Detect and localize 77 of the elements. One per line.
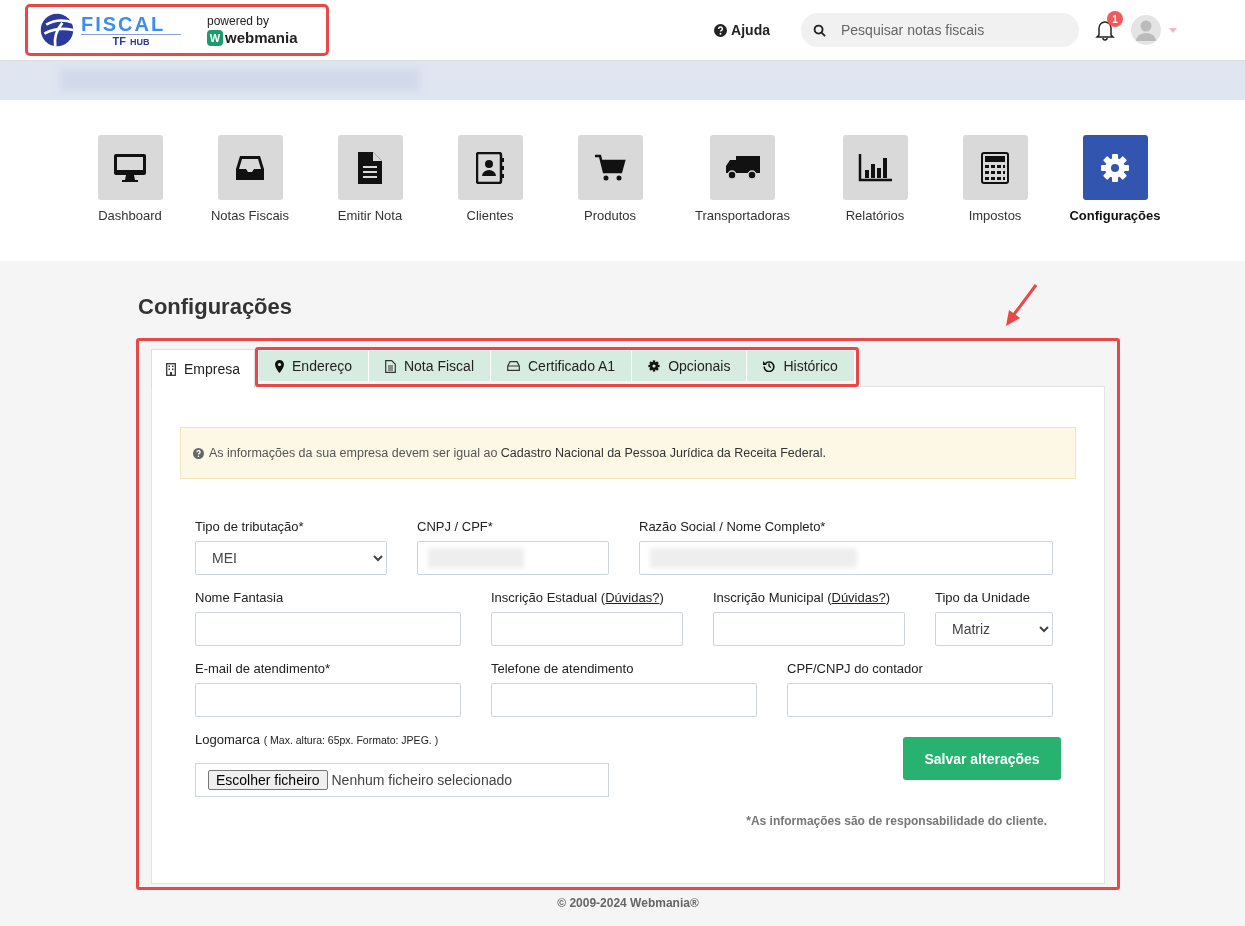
monitor-icon [113,152,147,183]
nav-item[interactable]: Impostos [935,135,1055,261]
globe-logo-icon [39,12,75,48]
nav-item[interactable]: Dashboard [70,135,190,261]
bell-icon[interactable] [1095,19,1115,41]
search-field[interactable]: Pesquisar notas fiscais [801,13,1079,47]
field-label: Logomarca ( Max. altura: 65px. Formato: JPEG. ) [195,732,440,747]
field-label: Tipo da Unidade [935,590,1031,605]
input-field[interactable] [713,612,905,646]
truck-icon [724,154,761,181]
field-label: CNPJ / CPF* [417,519,494,534]
address-book-icon [476,151,504,184]
field-label: Inscrição Estadual (Dúvidas?) [491,590,665,605]
notification-badge: 1 [1107,11,1123,27]
brand-logo-icon: W [207,29,223,46]
field-label: Inscrição Municipal (Dúvidas?) [713,590,892,605]
input-field[interactable] [195,683,461,717]
avatar-icon[interactable] [1131,15,1161,45]
document-icon [358,151,382,184]
annotation-arrow [1004,283,1038,327]
logo-subtitle: HUB [129,35,150,47]
input-field[interactable] [491,683,757,717]
hard-drive-icon [507,361,520,371]
nav-item[interactable]: Configurações [1055,135,1175,261]
disclaimer-text: *As informações são de responsabilidade do cliente. [746,814,1047,828]
tab[interactable]: Endereço [259,351,369,381]
nav-item[interactable]: Produtos [550,135,670,261]
search-icon [813,24,826,37]
brand-name: webmania [225,29,298,46]
logo-subtitle: TF [112,34,126,47]
input-field[interactable] [787,683,1053,717]
nav-item[interactable]: Transportadoras [670,135,815,261]
help-icon [193,447,204,459]
settings-icon [1100,152,1130,183]
field-label: Nome Fantasia [195,590,285,605]
nav-item[interactable]: Relatórios [815,135,935,261]
calculator-icon [981,151,1009,184]
caret-icon[interactable] [1169,27,1177,33]
page-title: Configurações [138,294,293,320]
help-link[interactable]: Dúvidas? [605,590,660,605]
input-field[interactable] [491,612,683,646]
input-field[interactable] [417,541,609,575]
settings-icon [648,360,661,372]
powered-by-text: powered by [207,14,271,28]
alert-text: As informações da sua empresa devem ser igual ao Cadastro Nacional da Pessoa Jurídica da Receita Federal. [209,446,826,460]
dropdown[interactable]: Matriz [935,612,1053,646]
bar-chart-icon [858,153,892,182]
field-label: E-mail de atendimento* [195,661,332,676]
nav-item[interactable]: Clientes [430,135,550,261]
dropdown[interactable]: MEI [195,541,387,575]
document-icon [384,359,396,373]
help-link[interactable]: Dúvidas? [831,590,886,605]
tab[interactable]: Histórico [747,351,855,381]
tab[interactable]: Certificado A1 [491,351,633,381]
file-input[interactable]: Escolher ficheiro Nenhum ficheiro selecionado [195,763,609,797]
input-field[interactable] [195,612,461,646]
tab[interactable]: Nota Fiscal [368,351,491,381]
tab[interactable]: Opcionais [632,351,748,381]
help-link[interactable]: Ajuda [714,22,770,38]
input-field[interactable] [639,541,1053,575]
choose-file-button[interactable]: Escolher ficheiro [208,770,328,790]
history-icon [763,360,776,372]
field-label: Telefone de atendimento [491,661,635,676]
building-icon [166,362,176,376]
field-label: Razão Social / Nome Completo* [639,519,827,534]
cart-icon [594,153,626,182]
field-label: Tipo de tributação* [195,519,305,534]
help-icon [714,23,728,37]
tab[interactable]: Empresa [151,349,256,388]
footer-text: © 2009-2024 Webmania® [556,896,700,910]
field-label: CPF/CNPJ do contador [787,661,924,676]
file-status: Nenhum ficheiro selecionado [331,772,513,788]
map-pin-icon [275,359,285,373]
nav-item[interactable]: Notas Fiscais [190,135,310,261]
inbox-icon [235,154,265,181]
logo-title: FISCAL [81,13,181,35]
nav-item[interactable]: Emitir Nota [310,135,430,261]
